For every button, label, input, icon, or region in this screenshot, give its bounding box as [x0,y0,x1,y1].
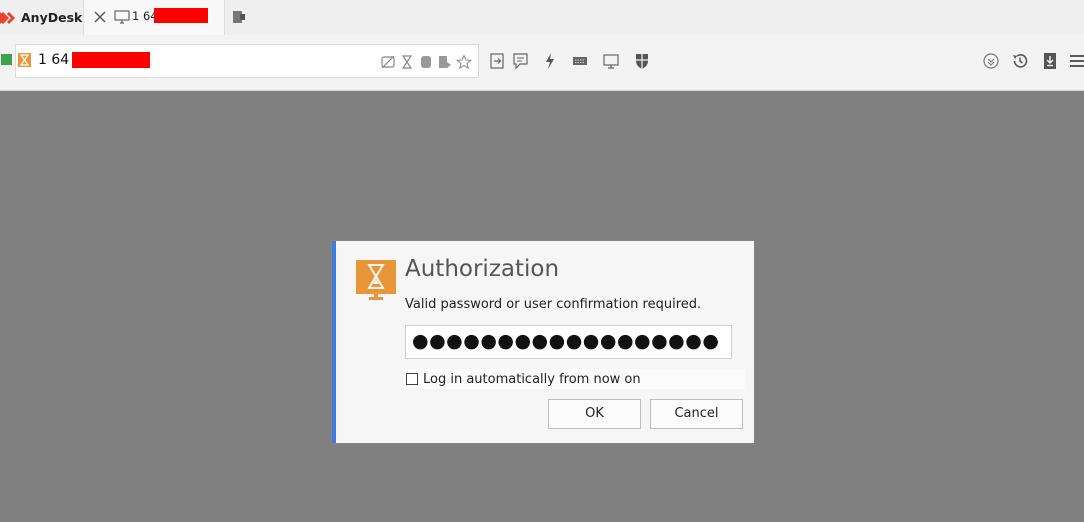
monitor-icon [114,10,130,24]
app-name: AnyDesk [21,10,83,25]
ok-button[interactable]: OK [548,399,641,429]
permissions-icon[interactable] [633,52,651,70]
session-tab[interactable]: 1 64 [83,0,225,35]
hourglass-status-icon [18,53,31,67]
tab-bar: AnyDesk 1 64 [0,0,1084,35]
cancel-button[interactable]: Cancel [650,399,743,429]
actions-icon[interactable] [541,52,559,70]
address-bar[interactable]: 1 64 [1,44,479,78]
chat-icon[interactable] [512,52,530,70]
paste-icon[interactable] [437,54,453,70]
autologin-checkbox[interactable] [406,373,418,385]
hourglass-icon[interactable] [399,54,415,70]
download-icon[interactable] [982,52,1000,70]
install-icon[interactable] [1041,52,1059,70]
display-icon[interactable] [602,52,620,70]
menu-icon[interactable] [1068,52,1084,70]
autologin-row[interactable]: Log in automatically from now on [404,369,745,389]
dialog-subtitle: Valid password or user confirmation requ… [405,297,702,312]
redaction-bar [72,52,150,68]
brand: AnyDesk [0,0,82,35]
file-transfer-icon[interactable] [488,52,506,70]
autologin-label: Log in automatically from now on [423,371,641,387]
password-input[interactable]: ●●●●●●●●●●●●●●●●●● [405,325,732,359]
history-icon[interactable] [1011,52,1029,70]
keyboard-lock-icon[interactable] [418,54,434,70]
star-icon[interactable] [456,54,472,70]
address-input[interactable]: 1 64 [38,52,69,68]
redaction-bar [154,8,208,23]
dialog-title: Authorization [405,256,560,282]
verified-check-icon [1,54,12,65]
anydesk-logo-icon [0,11,15,24]
new-tab-icon[interactable] [231,9,247,25]
address-icons [380,54,472,70]
no-record-icon[interactable] [380,54,396,70]
authorization-dialog: Authorization Valid password or user con… [332,241,754,443]
close-icon[interactable] [92,9,108,25]
keyboard-icon[interactable] [571,52,589,70]
toolbar: 1 64 [0,35,1084,91]
hourglass-monitor-icon [356,260,396,300]
